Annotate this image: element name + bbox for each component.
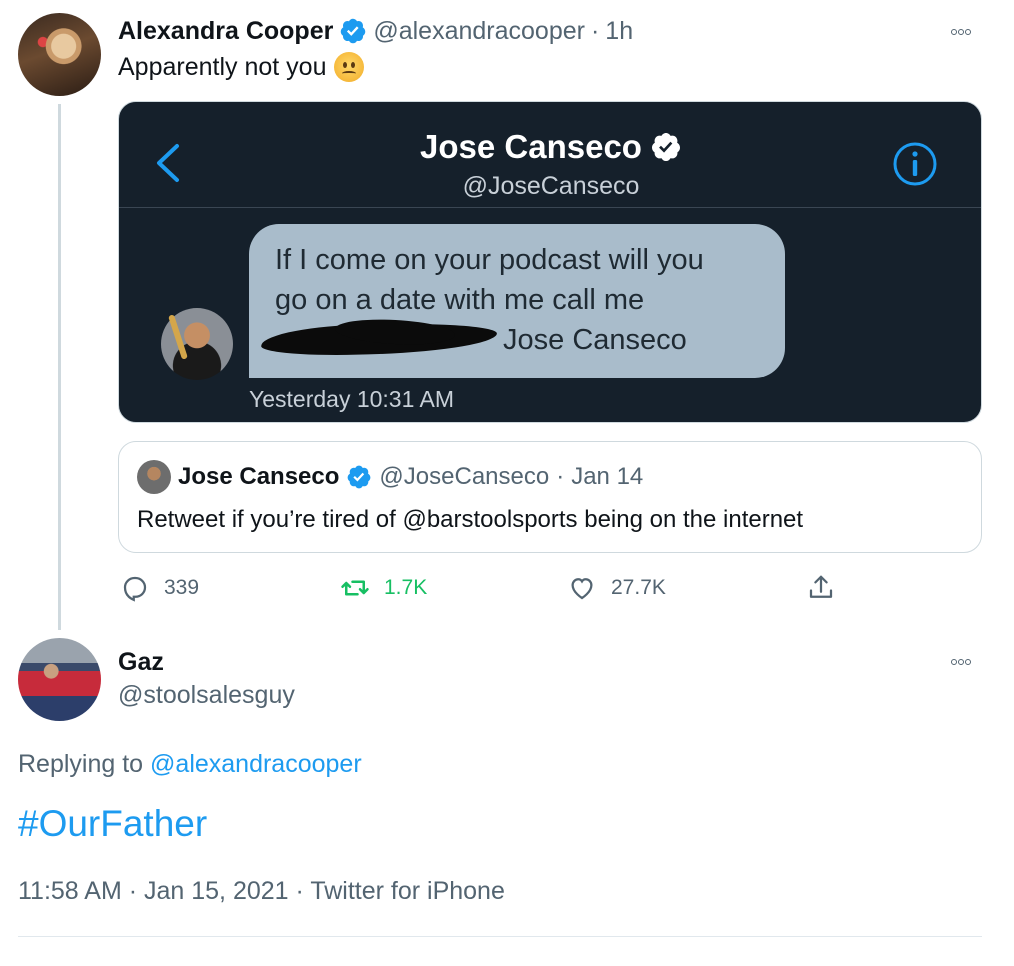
dm-message-line: go on a date with me call me <box>275 284 645 316</box>
info-icon <box>893 142 937 186</box>
hashtag-link[interactable]: #OurFather <box>18 803 207 845</box>
dm-contact-name: Jose Canseco <box>119 128 981 166</box>
retweet-count: 1.7K <box>384 576 428 599</box>
quoted-tweet-text: Retweet if you’re tired of @barstoolspor… <box>137 506 804 533</box>
avatar[interactable] <box>18 638 101 721</box>
reply-button[interactable]: 339 <box>120 570 199 606</box>
reply-icon <box>123 576 147 602</box>
quoted-author-name: Jose Canseco <box>178 463 340 490</box>
media-image[interactable]: Jose Canseco @JoseCanseco If I come on y… <box>118 101 982 423</box>
author-name[interactable]: Gaz <box>118 648 164 677</box>
like-count: 27.7K <box>611 576 666 599</box>
dm-message-line-redacted: Jose Canseco <box>260 316 759 360</box>
dm-message-bubble: If I come on your podcast will you go on… <box>249 224 785 378</box>
dm-header-divider <box>119 207 981 208</box>
verified-badge-icon <box>341 18 366 44</box>
dm-message-tail: Jose Canseco <box>503 324 687 356</box>
quoted-author-handle: @JoseCanseco <box>379 463 550 490</box>
retweet-icon <box>341 580 369 596</box>
heart-icon <box>571 578 593 600</box>
retweet-button[interactable]: 1.7K <box>340 570 427 606</box>
tweet-text: Apparently not you <box>118 52 365 82</box>
quoted-tweet-header: Jose Canseco @JoseCanseco · Jan 14 <box>137 460 643 494</box>
dm-timestamp: Yesterday 10:31 AM <box>249 386 455 412</box>
separator-dot: · <box>556 463 565 490</box>
author-name[interactable]: Alexandra Cooper <box>118 17 333 46</box>
like-button[interactable]: 27.7K <box>567 570 666 606</box>
author-handle[interactable]: @alexandracooper <box>373 17 585 46</box>
tweet-text-content: Apparently not you <box>118 52 327 81</box>
quoted-tweet[interactable]: Jose Canseco @JoseCanseco · Jan 14 Retwe… <box>118 441 982 553</box>
separator-dot: · <box>590 16 600 45</box>
avatar[interactable] <box>18 13 101 96</box>
share-button[interactable] <box>806 570 836 606</box>
tweet-time[interactable]: 1h <box>605 17 633 46</box>
dm-message-line: If I come on your podcast will you <box>275 244 704 276</box>
replying-to: Replying to @alexandracooper <box>18 750 362 779</box>
share-icon <box>809 575 833 598</box>
quoted-avatar <box>137 460 171 494</box>
more-options-icon[interactable] <box>950 648 971 671</box>
dm-contact-handle: @JoseCanseco <box>462 172 640 200</box>
verified-badge-icon <box>651 133 680 162</box>
replying-to-prefix: Replying to <box>18 750 144 778</box>
quoted-date: Jan 14 <box>571 463 644 490</box>
reply-count: 339 <box>164 576 200 599</box>
dm-contact-name-text: Jose Canseco <box>420 128 642 165</box>
tweet-meta: 11:58 AM · Jan 15, 2021 · Twitter for iP… <box>18 877 505 905</box>
replying-to-link[interactable]: @alexandracooper <box>150 750 362 778</box>
more-options-icon[interactable] <box>950 18 971 41</box>
divider <box>18 936 982 937</box>
tweet-header: Alexandra Cooper @alexandracooper · 1h <box>118 14 633 48</box>
author-handle[interactable]: @stoolsalesguy <box>118 681 295 710</box>
verified-badge-icon <box>348 465 371 489</box>
thread-line <box>58 104 61 630</box>
woozy-face-emoji-icon <box>334 52 365 82</box>
